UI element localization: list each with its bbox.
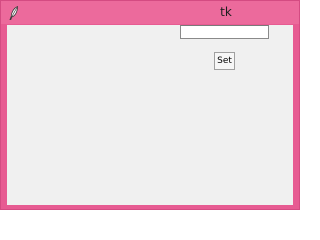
set-button[interactable]: Set [214,52,235,70]
text-entry[interactable] [180,25,269,39]
app-window: tk Set [0,0,300,210]
feather-icon[interactable] [9,5,19,21]
window-client-area: Set [7,25,293,205]
title-bar[interactable]: tk [1,1,299,24]
window-title: tk [220,5,232,19]
